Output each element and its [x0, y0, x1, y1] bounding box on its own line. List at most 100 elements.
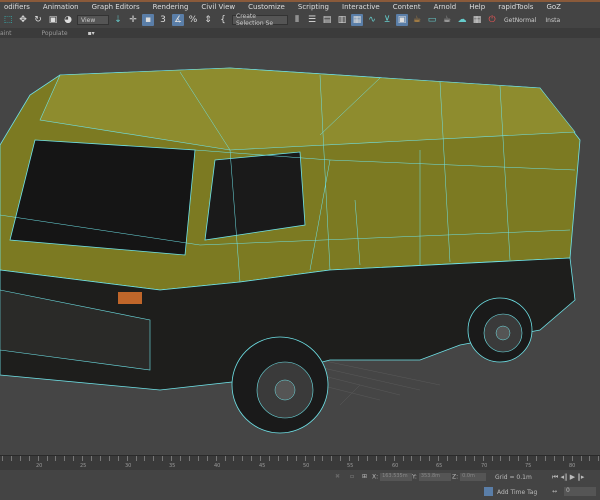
side-window	[204, 151, 306, 241]
time-tag-icon[interactable]	[484, 487, 493, 496]
main-toolbar: ⬚ ✥ ↻ ▣ ◕ View ⇣ ✛ ▪ 3 ∡ % ⇕ { Create Se…	[0, 12, 600, 28]
material-editor-icon[interactable]: ▣	[396, 14, 408, 26]
menu-goz[interactable]: GoZ	[542, 3, 570, 11]
menu-customize[interactable]: Customize	[244, 3, 294, 11]
rendered-frame-icon[interactable]: ▭	[426, 14, 438, 26]
lock-icon[interactable]: ▫	[350, 473, 354, 480]
x-label: X:	[372, 473, 379, 481]
tab-populate[interactable]: Populate	[32, 30, 88, 37]
timeline-tick	[304, 456, 306, 461]
scene-explorer-icon[interactable]: ▤	[321, 14, 333, 26]
timeline-tick	[251, 456, 253, 461]
timeline-tick	[295, 456, 297, 461]
getnormal-button[interactable]: GetNormal	[501, 17, 539, 24]
timeline-tick	[464, 456, 466, 461]
menu-scripting[interactable]: Scripting	[294, 3, 338, 11]
menu-graph-editors[interactable]: Graph Editors	[88, 3, 149, 11]
z-label: Z:	[452, 473, 459, 481]
pivot-icon[interactable]: ⇣	[112, 14, 124, 26]
align-icon[interactable]: ☰	[306, 14, 318, 26]
selection-set-dropdown[interactable]: Create Selection Se	[232, 13, 288, 27]
absolute-mode-icon[interactable]: ⊞	[362, 473, 367, 480]
y-coordinate-field[interactable]: 353.8m	[418, 473, 451, 481]
grid-size: Grid = 0.1m	[495, 474, 532, 481]
timeline-label: 45	[259, 463, 266, 469]
render-icon[interactable]: ☕	[441, 14, 453, 26]
power-icon[interactable]: ⏻	[486, 14, 498, 26]
timeline-tick	[224, 456, 226, 461]
timeline-tick	[322, 456, 324, 461]
select-manipulate-icon[interactable]: ✛	[127, 14, 139, 26]
render-setup-icon[interactable]: ☕	[411, 14, 423, 26]
timeline-tick	[500, 456, 502, 461]
keyboard-shortcut-icon[interactable]: ▪	[142, 14, 154, 26]
spinner-snap-icon[interactable]: ⇕	[202, 14, 214, 26]
menu-rapidtools[interactable]: rapidTools	[494, 3, 542, 11]
ribbon-toggle-icon[interactable]: ▪▾	[88, 30, 95, 37]
mirror-icon[interactable]: ⫴	[291, 14, 303, 26]
menu-civil-view[interactable]: Civil View	[197, 3, 244, 11]
angle-snap-icon[interactable]: ∡	[172, 14, 184, 26]
timeline-tick	[491, 456, 493, 461]
grid-icon[interactable]: ▦	[471, 14, 483, 26]
timeline-tick	[55, 456, 57, 461]
layer-explorer-icon[interactable]: ▥	[336, 14, 348, 26]
isolate-icon[interactable]: ✖	[335, 473, 340, 480]
status-bar: ✖ ▫ ⊞ X: 163.535m Y: 353.8m Z: 0.0m Grid…	[0, 470, 600, 500]
key-mode-icon[interactable]: ↔	[552, 488, 557, 495]
edit-named-selection-icon[interactable]: {	[217, 14, 229, 26]
menu-modifiers[interactable]: odifiers	[0, 3, 39, 11]
toggle-ribbon-icon[interactable]: ▦	[351, 14, 363, 26]
current-frame-field[interactable]: 0	[564, 487, 596, 496]
timeline-tick	[562, 456, 564, 461]
move-icon[interactable]: ✥	[17, 14, 29, 26]
timeline-tick	[180, 456, 181, 461]
timeline-tick	[82, 456, 84, 461]
percent-snap-icon[interactable]: %	[187, 14, 199, 26]
z-coordinate-field[interactable]: 0.0m	[460, 473, 487, 481]
rotate-icon[interactable]: ↻	[32, 14, 44, 26]
reference-coord-dropdown[interactable]: View	[77, 15, 109, 25]
timeline-tick	[233, 456, 235, 461]
schematic-view-icon[interactable]: ⊻	[381, 14, 393, 26]
timeline-label: 25	[80, 463, 87, 469]
timeline-tick	[349, 456, 351, 461]
timeline-tick	[598, 456, 600, 461]
timeline-tick	[544, 456, 546, 461]
render-cloud-icon[interactable]: ☁	[456, 14, 468, 26]
timeline-tick	[411, 456, 413, 461]
timeline-tick	[580, 456, 582, 461]
timeline-tick	[260, 456, 262, 461]
menu-arnold[interactable]: Arnold	[430, 3, 466, 11]
tab-object-paint[interactable]: aint	[0, 30, 32, 37]
timeline-label: 75	[525, 463, 532, 469]
timeline-tick	[10, 456, 12, 461]
menu-content[interactable]: Content	[389, 3, 430, 11]
timeline-tick	[28, 456, 30, 461]
viewport[interactable]	[0, 38, 600, 455]
x-coordinate-field[interactable]: 163.535m	[380, 473, 413, 481]
menu-interactive[interactable]: Interactive	[338, 3, 389, 11]
timeline-label: 65	[436, 463, 443, 469]
insta-button[interactable]: Insta	[542, 17, 563, 24]
menu-animation[interactable]: Animation	[39, 3, 88, 11]
timeline-label: 40	[214, 463, 221, 469]
scale-icon[interactable]: ▣	[47, 14, 59, 26]
timeline-tick	[171, 456, 173, 461]
timeline-label: 30	[125, 463, 132, 469]
curve-editor-icon[interactable]: ∿	[366, 14, 378, 26]
timeline-tick	[536, 456, 537, 461]
timeline-label: 35	[169, 463, 176, 469]
windshield	[9, 139, 196, 256]
place-icon[interactable]: ◕	[62, 14, 74, 26]
timeline[interactable]: 20 25 30 35 40 45 50 55 60 65 70 75 80	[0, 455, 600, 470]
menu-help[interactable]: Help	[465, 3, 494, 11]
timeline-tick	[153, 456, 155, 461]
select-region-icon[interactable]: ⬚	[2, 14, 14, 26]
snap-3d-icon[interactable]: 3	[157, 14, 169, 26]
timeline-tick	[518, 456, 520, 461]
timeline-tick	[2, 456, 3, 461]
playback-controls[interactable]: ⏮ ◂‖ ▶ ‖▸	[552, 473, 584, 482]
menu-rendering[interactable]: Rendering	[149, 3, 198, 11]
add-time-tag-button[interactable]: Add Time Tag	[497, 489, 537, 496]
